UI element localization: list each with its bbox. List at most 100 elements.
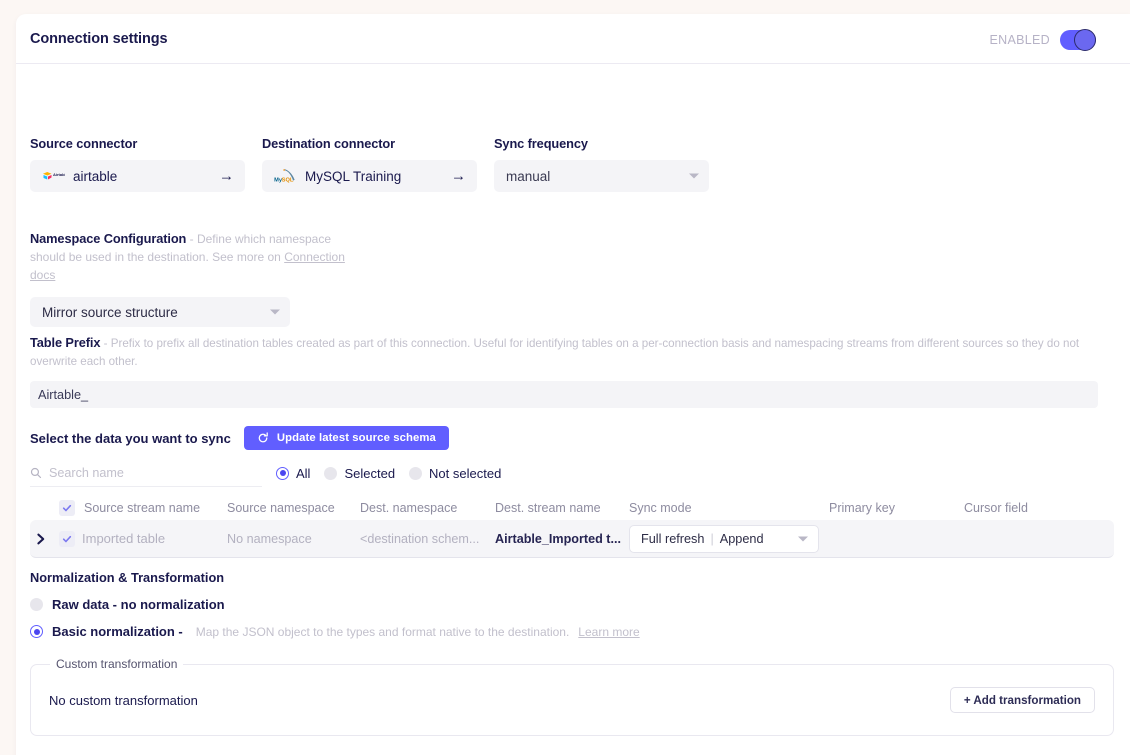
normalization-option-basic[interactable]: Basic normalization - Map the JSON objec… bbox=[30, 624, 1116, 639]
card-header: Connection settings ENABLED bbox=[16, 14, 1130, 64]
radio-dot-icon bbox=[30, 598, 43, 611]
namespace-value: Mirror source structure bbox=[42, 304, 178, 320]
destination-connector-label: Destination connector bbox=[262, 136, 395, 151]
namespace-configuration-group: Namespace Configuration - Define which n… bbox=[30, 230, 360, 327]
custom-transformation-empty-text: No custom transformation bbox=[49, 692, 198, 708]
table-prefix-input[interactable]: Airtable_ bbox=[30, 381, 1098, 408]
table-prefix-description: Prefix to prefix all destination tables … bbox=[30, 337, 1080, 368]
column-dest-stream-name: Dest. stream name bbox=[495, 501, 601, 515]
table-row[interactable]: Imported table No namespace <destination… bbox=[30, 520, 1114, 558]
normalization-section: Normalization & Transformation Raw data … bbox=[30, 570, 1116, 639]
chevron-right-icon bbox=[37, 533, 45, 544]
normalization-raw-label: Raw data - no normalization bbox=[52, 597, 225, 612]
namespace-label: Namespace Configuration bbox=[30, 231, 187, 246]
table-prefix-group: Table Prefix - Prefix to prefix all dest… bbox=[30, 334, 1116, 408]
normalization-option-raw[interactable]: Raw data - no normalization bbox=[30, 597, 1116, 612]
connection-settings-page: Connection settings ENABLED Source conne… bbox=[0, 0, 1130, 755]
search-underline bbox=[30, 486, 262, 487]
destination-connector-chip[interactable]: My SQL MySQL Training → bbox=[262, 160, 477, 192]
add-transformation-button[interactable]: + Add transformation bbox=[949, 687, 1095, 713]
page-title: Connection settings bbox=[30, 31, 168, 47]
normalization-title: Normalization & Transformation bbox=[30, 570, 225, 585]
row-checkbox[interactable] bbox=[59, 530, 75, 547]
column-dest-namespace: Dest. namespace bbox=[360, 501, 458, 515]
select-all-checkbox[interactable] bbox=[59, 500, 75, 516]
source-connector-name: airtable bbox=[73, 168, 118, 184]
namespace-heading: Namespace Configuration - Define which n… bbox=[30, 230, 360, 284]
update-source-schema-button[interactable]: Update latest source schema bbox=[243, 426, 449, 450]
cell-source-stream-name: Imported table bbox=[82, 531, 166, 546]
sync-mode-separator: | bbox=[710, 531, 714, 546]
column-sync-mode: Sync mode bbox=[629, 501, 692, 515]
sync-frequency-value: manual bbox=[506, 168, 551, 184]
expand-row-toggle[interactable] bbox=[30, 533, 52, 545]
table-prefix-value: Airtable_ bbox=[38, 387, 89, 402]
enabled-toggle-group: ENABLED bbox=[989, 29, 1096, 51]
chevron-down-icon bbox=[798, 536, 808, 541]
table-prefix-heading: Table Prefix - Prefix to prefix all dest… bbox=[30, 334, 1116, 370]
select-data-header: Select the data you want to sync Update … bbox=[30, 426, 1116, 450]
learn-more-link[interactable]: Learn more bbox=[578, 625, 639, 639]
svg-text:SQL: SQL bbox=[282, 178, 294, 184]
sync-mode-left-value: Full refresh bbox=[641, 531, 705, 546]
sync-mode-select[interactable]: Full refresh | Append bbox=[629, 524, 819, 553]
mysql-logo-icon: My SQL bbox=[274, 168, 297, 184]
namespace-select[interactable]: Mirror source structure bbox=[30, 297, 290, 327]
arrow-right-icon: → bbox=[219, 167, 234, 185]
search-input[interactable] bbox=[49, 466, 239, 480]
sync-frequency-group: Sync frequency manual bbox=[494, 136, 709, 192]
column-cursor-field: Cursor field bbox=[964, 501, 1028, 515]
column-source-stream-name: Source stream name bbox=[84, 501, 201, 515]
filter-radio-group: All Selected Not selected bbox=[276, 466, 501, 481]
streams-table: Source stream name Source namespace Dest… bbox=[30, 496, 1116, 558]
select-all-cell bbox=[52, 500, 82, 516]
filter-label-selected: Selected bbox=[344, 465, 396, 481]
sync-frequency-label: Sync frequency bbox=[494, 136, 588, 151]
toggle-knob bbox=[1074, 29, 1096, 51]
airtable-logo-icon: Airtable bbox=[42, 168, 65, 184]
table-prefix-dash: - bbox=[100, 337, 111, 350]
filter-radio-selected[interactable]: Selected bbox=[324, 466, 395, 481]
cell-dest-stream-name: Airtable_Imported t... bbox=[495, 531, 621, 546]
arrow-right-icon: → bbox=[451, 167, 466, 185]
source-connector-label: Source connector bbox=[30, 136, 138, 151]
select-data-title: Select the data you want to sync bbox=[30, 430, 231, 446]
search-icon bbox=[30, 467, 42, 479]
custom-transformation-panel: Custom transformation No custom transfor… bbox=[30, 657, 1114, 736]
cell-source-namespace: No namespace bbox=[227, 531, 312, 546]
sync-frequency-select[interactable]: manual bbox=[494, 160, 709, 192]
stream-filter-row: All Selected Not selected bbox=[30, 463, 1116, 487]
column-source-namespace: Source namespace bbox=[227, 501, 335, 515]
svg-text:Airtable: Airtable bbox=[53, 171, 65, 176]
column-primary-key: Primary key bbox=[829, 501, 895, 515]
custom-transformation-content: No custom transformation + Add transform… bbox=[31, 665, 1113, 735]
cell-sync-mode: Full refresh | Append bbox=[629, 524, 829, 553]
row-select-cell bbox=[52, 530, 82, 547]
filter-label-not-selected: Not selected bbox=[429, 465, 502, 481]
filter-radio-all[interactable]: All bbox=[276, 466, 310, 481]
enabled-toggle[interactable] bbox=[1060, 29, 1096, 51]
source-connector-chip[interactable]: Airtable airtable → bbox=[30, 160, 245, 192]
normalization-basic-label: Basic normalization - bbox=[52, 624, 183, 639]
custom-transformation-legend: Custom transformation bbox=[50, 657, 184, 671]
connectors-row: Source connector Airtable airtable bbox=[30, 136, 709, 192]
table-prefix-label: Table Prefix bbox=[30, 335, 101, 350]
chevron-down-icon bbox=[270, 309, 280, 315]
select-data-section: Select the data you want to sync Update … bbox=[30, 426, 1116, 558]
destination-connector-name: MySQL Training bbox=[305, 168, 402, 184]
update-source-schema-label: Update latest source schema bbox=[276, 432, 436, 444]
radio-dot-icon bbox=[409, 466, 423, 480]
search-box[interactable] bbox=[30, 463, 262, 487]
sync-mode-right-value: Append bbox=[719, 531, 764, 546]
namespace-dash: - bbox=[186, 232, 197, 246]
radio-dot-icon bbox=[30, 625, 43, 638]
settings-card: Connection settings ENABLED Source conne… bbox=[16, 14, 1130, 755]
enabled-label: ENABLED bbox=[989, 33, 1050, 47]
streams-table-header: Source stream name Source namespace Dest… bbox=[30, 496, 1116, 520]
destination-connector-group: Destination connector My SQL MySQL Train… bbox=[262, 136, 477, 192]
chevron-down-icon bbox=[689, 173, 699, 179]
source-connector-group: Source connector Airtable airtable bbox=[30, 136, 245, 192]
cell-dest-namespace: <destination schem... bbox=[360, 531, 480, 546]
filter-radio-not-selected[interactable]: Not selected bbox=[409, 466, 501, 481]
normalization-basic-description: Map the JSON object to the types and for… bbox=[195, 624, 570, 639]
